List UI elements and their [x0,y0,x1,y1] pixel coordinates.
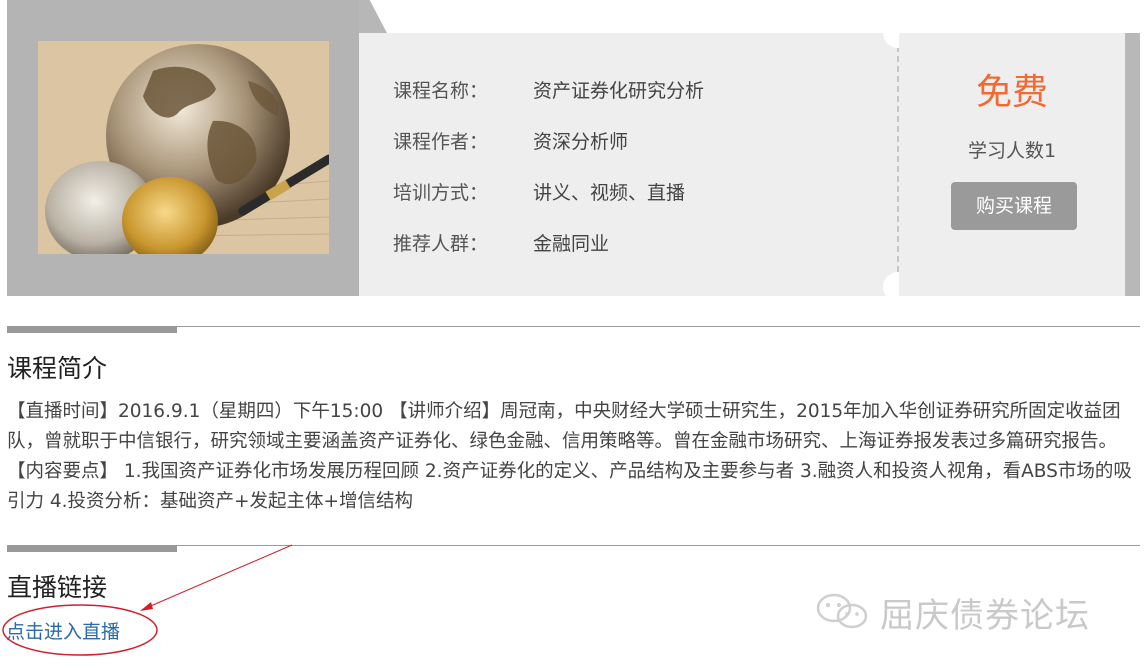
card-tab-notch [359,0,387,33]
training-mode-label: 培训方式： [393,182,489,204]
training-mode-row: 培训方式： 讲义、视频、直播 [393,178,685,205]
price-panel-edge [1125,33,1140,296]
globe-coins-pen-photo [38,41,329,254]
wechat-icon [816,593,868,629]
course-thumbnail-panel [7,0,359,296]
watermark-text: 屈庆债券论坛 [880,596,1090,636]
price-panel: 免费 学习人数1 购买课程 [899,33,1125,296]
course-image[interactable] [38,41,329,254]
course-name-row: 课程名称： 资产证券化研究分析 [393,76,704,103]
price-label: 免费 [975,72,1048,113]
course-author-value: 资深分析师 [533,131,629,153]
training-mode-value: 讲义、视频、直播 [533,182,686,204]
annotation-overlay [2,544,293,656]
course-name-label: 课程名称： [393,80,489,102]
audience-label: 推荐人群： [393,233,489,255]
buy-course-button[interactable]: 购买课程 [951,182,1077,230]
intro-section-title: 课程简介 [7,354,108,383]
course-info-panel: 课程名称： 资产证券化研究分析 课程作者： 资深分析师 培训方式： 讲义、视频、直播 … [359,33,899,296]
course-author-label: 课程作者： [393,131,489,153]
course-author-row: 课程作者： 资深分析师 [393,127,628,154]
intro-text: 【直播时间】2016.9.1（星期四）下午15:00 【讲师介绍】周冠南，中央财… [7,401,1132,512]
learner-count: 学习人数1 [967,140,1057,162]
annotation-arrow [145,544,293,609]
audience-row: 推荐人群： 金融同业 [393,229,609,256]
course-card: 课程名称： 资产证券化研究分析 课程作者： 资深分析师 培训方式： 讲义、视频、直播 … [7,0,1140,302]
course-name-value: 资产证券化研究分析 [533,80,705,102]
annotation-ellipse [2,604,158,656]
annotation-arrowhead [140,602,153,611]
intro-divider-accent [7,327,177,333]
audience-value: 金融同业 [533,233,610,255]
